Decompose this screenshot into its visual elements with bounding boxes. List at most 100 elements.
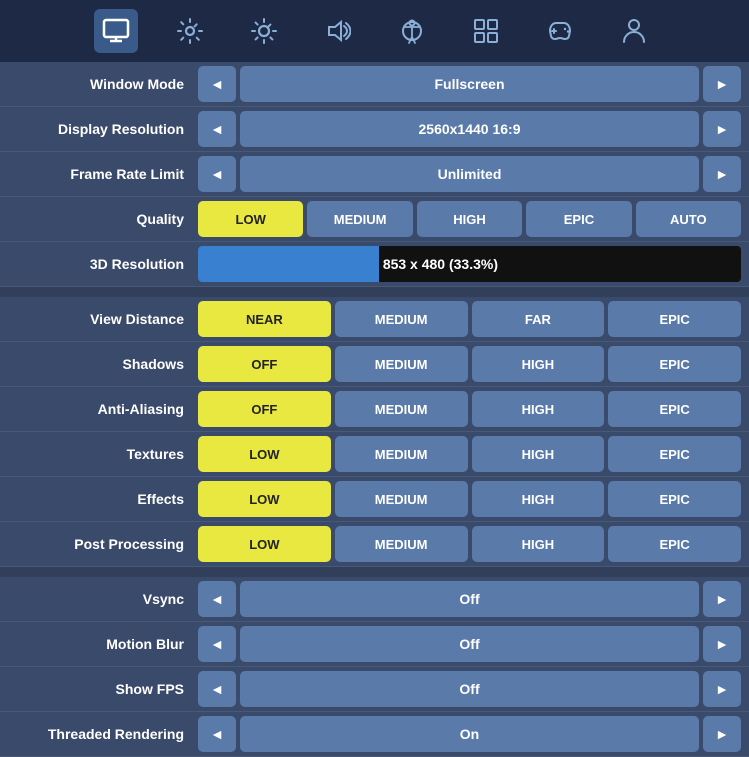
effects-row: Effects LOW MEDIUM HIGH EPIC: [0, 477, 749, 522]
view-distance-row: View Distance NEAR MEDIUM FAR EPIC: [0, 297, 749, 342]
textures-label: Textures: [8, 446, 198, 462]
shadows-btn-off[interactable]: OFF: [198, 346, 331, 382]
show-fps-prev[interactable]: ◄: [198, 671, 236, 707]
view-distance-btn-epic[interactable]: EPIC: [608, 301, 741, 337]
display-resolution-label: Display Resolution: [8, 121, 198, 137]
frame-rate-label: Frame Rate Limit: [8, 166, 198, 182]
nav-sound-icon[interactable]: [316, 9, 360, 53]
window-mode-selector: ◄ Fullscreen ►: [198, 66, 741, 102]
display-resolution-row: Display Resolution ◄ 2560x1440 16:9 ►: [0, 107, 749, 152]
display-resolution-selector: ◄ 2560x1440 16:9 ►: [198, 111, 741, 147]
textures-btn-high[interactable]: HIGH: [472, 436, 605, 472]
vsync-value: Off: [240, 581, 699, 617]
view-distance-btn-medium[interactable]: MEDIUM: [335, 301, 468, 337]
show-fps-value: Off: [240, 671, 699, 707]
quality-row: Quality LOW MEDIUM HIGH EPIC AUTO: [0, 197, 749, 242]
shadows-label: Shadows: [8, 356, 198, 372]
post-processing-buttons: LOW MEDIUM HIGH EPIC: [198, 526, 741, 562]
effects-buttons: LOW MEDIUM HIGH EPIC: [198, 481, 741, 517]
3d-resolution-label: 3D Resolution: [8, 256, 198, 272]
3d-resolution-bar[interactable]: 853 x 480 (33.3%): [198, 246, 741, 282]
frame-rate-next[interactable]: ►: [703, 156, 741, 192]
quality-btn-low[interactable]: LOW: [198, 201, 303, 237]
frame-rate-selector: ◄ Unlimited ►: [198, 156, 741, 192]
threaded-rendering-row: Threaded Rendering ◄ On ►: [0, 712, 749, 757]
textures-btn-epic[interactable]: EPIC: [608, 436, 741, 472]
quality-btn-auto[interactable]: AUTO: [636, 201, 741, 237]
textures-btn-low[interactable]: LOW: [198, 436, 331, 472]
shadows-btn-epic[interactable]: EPIC: [608, 346, 741, 382]
view-distance-buttons: NEAR MEDIUM FAR EPIC: [198, 301, 741, 337]
nav-network-icon[interactable]: [464, 9, 508, 53]
view-distance-label: View Distance: [8, 311, 198, 327]
quality-btn-medium[interactable]: MEDIUM: [307, 201, 412, 237]
anti-aliasing-buttons: OFF MEDIUM HIGH EPIC: [198, 391, 741, 427]
anti-aliasing-row: Anti-Aliasing OFF MEDIUM HIGH EPIC: [0, 387, 749, 432]
frame-rate-prev[interactable]: ◄: [198, 156, 236, 192]
window-mode-value: Fullscreen: [240, 66, 699, 102]
show-fps-selector: ◄ Off ►: [198, 671, 741, 707]
effects-label: Effects: [8, 491, 198, 507]
window-mode-row: Window Mode ◄ Fullscreen ►: [0, 62, 749, 107]
top-navigation: [0, 0, 749, 62]
textures-buttons: LOW MEDIUM HIGH EPIC: [198, 436, 741, 472]
motion-blur-selector: ◄ Off ►: [198, 626, 741, 662]
anti-aliasing-btn-epic[interactable]: EPIC: [608, 391, 741, 427]
post-processing-btn-high[interactable]: HIGH: [472, 526, 605, 562]
vsync-next[interactable]: ►: [703, 581, 741, 617]
motion-blur-next[interactable]: ►: [703, 626, 741, 662]
shadows-btn-medium[interactable]: MEDIUM: [335, 346, 468, 382]
show-fps-next[interactable]: ►: [703, 671, 741, 707]
view-distance-btn-far[interactable]: FAR: [472, 301, 605, 337]
vsync-row: Vsync ◄ Off ►: [0, 577, 749, 622]
show-fps-row: Show FPS ◄ Off ►: [0, 667, 749, 712]
motion-blur-label: Motion Blur: [8, 636, 198, 652]
quality-buttons: LOW MEDIUM HIGH EPIC AUTO: [198, 201, 741, 237]
3d-resolution-row: 3D Resolution 853 x 480 (33.3%): [0, 242, 749, 287]
quality-btn-high[interactable]: HIGH: [417, 201, 522, 237]
textures-btn-medium[interactable]: MEDIUM: [335, 436, 468, 472]
nav-gamepad-icon[interactable]: [538, 9, 582, 53]
anti-aliasing-btn-medium[interactable]: MEDIUM: [335, 391, 468, 427]
post-processing-btn-low[interactable]: LOW: [198, 526, 331, 562]
vsync-selector: ◄ Off ►: [198, 581, 741, 617]
shadows-btn-high[interactable]: HIGH: [472, 346, 605, 382]
nav-brightness-icon[interactable]: [242, 9, 286, 53]
effects-btn-epic[interactable]: EPIC: [608, 481, 741, 517]
effects-btn-high[interactable]: HIGH: [472, 481, 605, 517]
3d-resolution-value: 853 x 480 (33.3%): [379, 256, 498, 272]
3d-resolution-fill: [198, 246, 379, 282]
shadows-row: Shadows OFF MEDIUM HIGH EPIC: [0, 342, 749, 387]
motion-blur-prev[interactable]: ◄: [198, 626, 236, 662]
threaded-rendering-selector: ◄ On ►: [198, 716, 741, 752]
quality-label: Quality: [8, 211, 198, 227]
threaded-rendering-value: On: [240, 716, 699, 752]
threaded-rendering-prev[interactable]: ◄: [198, 716, 236, 752]
display-resolution-prev[interactable]: ◄: [198, 111, 236, 147]
threaded-rendering-next[interactable]: ►: [703, 716, 741, 752]
post-processing-row: Post Processing LOW MEDIUM HIGH EPIC: [0, 522, 749, 567]
view-distance-btn-near[interactable]: NEAR: [198, 301, 331, 337]
frame-rate-value: Unlimited: [240, 156, 699, 192]
nav-display-icon[interactable]: [94, 9, 138, 53]
effects-btn-medium[interactable]: MEDIUM: [335, 481, 468, 517]
frame-rate-row: Frame Rate Limit ◄ Unlimited ►: [0, 152, 749, 197]
display-resolution-value: 2560x1440 16:9: [240, 111, 699, 147]
nav-accessibility-icon[interactable]: [390, 9, 434, 53]
nav-gear-icon[interactable]: [168, 9, 212, 53]
window-mode-next[interactable]: ►: [703, 66, 741, 102]
window-mode-prev[interactable]: ◄: [198, 66, 236, 102]
post-processing-btn-epic[interactable]: EPIC: [608, 526, 741, 562]
post-processing-btn-medium[interactable]: MEDIUM: [335, 526, 468, 562]
window-mode-label: Window Mode: [8, 76, 198, 92]
quality-btn-epic[interactable]: EPIC: [526, 201, 631, 237]
settings-content: Window Mode ◄ Fullscreen ► Display Resol…: [0, 62, 749, 757]
vsync-prev[interactable]: ◄: [198, 581, 236, 617]
effects-btn-low[interactable]: LOW: [198, 481, 331, 517]
display-resolution-next[interactable]: ►: [703, 111, 741, 147]
anti-aliasing-btn-high[interactable]: HIGH: [472, 391, 605, 427]
anti-aliasing-label: Anti-Aliasing: [8, 401, 198, 417]
nav-user-icon[interactable]: [612, 9, 656, 53]
separator-1: [0, 287, 749, 297]
anti-aliasing-btn-off[interactable]: OFF: [198, 391, 331, 427]
